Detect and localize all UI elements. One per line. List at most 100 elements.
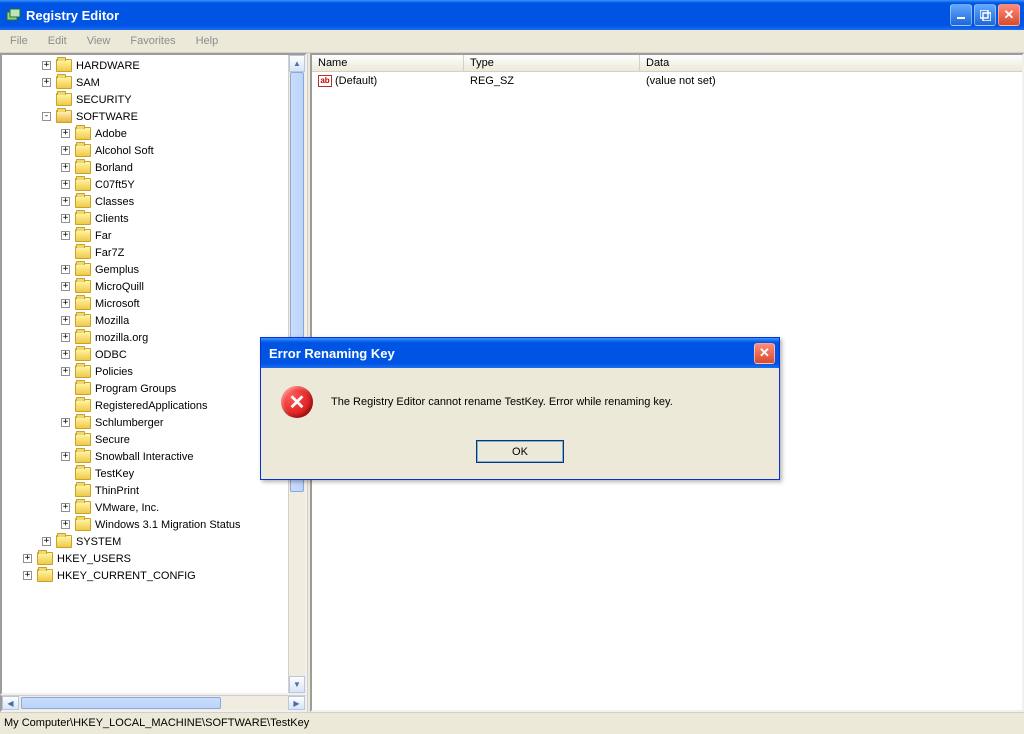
tree-item[interactable]: Far7Z — [2, 244, 288, 261]
tree-item[interactable]: +Policies — [2, 363, 288, 380]
hscroll-thumb[interactable] — [21, 697, 221, 709]
hscroll-track[interactable] — [19, 696, 288, 710]
scroll-up-button[interactable]: ▲ — [289, 55, 305, 72]
expand-icon[interactable]: + — [61, 418, 70, 427]
tree-item[interactable]: TestKey — [2, 465, 288, 482]
menu-help[interactable]: Help — [186, 32, 229, 50]
tree-item[interactable]: +Microsoft — [2, 295, 288, 312]
value-row[interactable]: ab (Default) REG_SZ (value not set) — [312, 72, 1022, 89]
tree-item[interactable]: Secure — [2, 431, 288, 448]
expand-icon[interactable]: + — [61, 299, 70, 308]
tree-item[interactable]: + HKEY_CURRENT_CONFIG — [2, 567, 288, 584]
listview-header: Name Type Data — [312, 55, 1022, 72]
expand-icon[interactable]: + — [61, 214, 70, 223]
folder-icon — [56, 110, 72, 123]
expand-icon[interactable]: + — [61, 129, 70, 138]
expand-icon[interactable]: + — [61, 452, 70, 461]
scroll-right-button[interactable]: ▶ — [288, 696, 305, 710]
column-data[interactable]: Data — [640, 55, 1022, 71]
expand-icon[interactable]: + — [23, 571, 32, 580]
expand-icon[interactable]: + — [61, 503, 70, 512]
tree-item-label: Classes — [95, 196, 134, 208]
tree-item-label: Secure — [95, 434, 130, 446]
scroll-down-button[interactable]: ▼ — [289, 676, 305, 693]
tree-item[interactable]: +Far — [2, 227, 288, 244]
folder-icon — [75, 433, 91, 446]
expand-icon[interactable]: + — [23, 554, 32, 563]
status-path: My Computer\HKEY_LOCAL_MACHINE\SOFTWARE\… — [4, 717, 309, 729]
folder-icon — [75, 314, 91, 327]
menu-favorites[interactable]: Favorites — [120, 32, 185, 50]
expand-icon[interactable]: + — [61, 197, 70, 206]
expand-icon[interactable]: + — [61, 350, 70, 359]
tree-item[interactable]: +Adobe — [2, 125, 288, 142]
expand-icon[interactable]: + — [61, 333, 70, 342]
tree-item[interactable]: +C07ft5Y — [2, 176, 288, 193]
expand-icon[interactable]: + — [61, 265, 70, 274]
tree-item-label: Schlumberger — [95, 417, 163, 429]
dialog-titlebar[interactable]: Error Renaming Key ✕ — [261, 338, 779, 368]
expand-icon[interactable]: + — [61, 180, 70, 189]
ok-button[interactable]: OK — [476, 440, 564, 463]
tree-item-label: HARDWARE — [76, 60, 140, 72]
tree-item[interactable]: +MicroQuill — [2, 278, 288, 295]
maximize-button[interactable] — [974, 4, 996, 26]
tree-item-label: HKEY_CURRENT_CONFIG — [57, 570, 196, 582]
tree-horizontal-scrollbar[interactable]: ◀ ▶ — [0, 695, 307, 712]
folder-icon — [75, 144, 91, 157]
tree-item[interactable]: + Clients — [2, 210, 288, 227]
folder-icon — [75, 382, 91, 395]
column-name[interactable]: Name — [312, 55, 464, 71]
tree-item[interactable]: +Mozilla — [2, 312, 288, 329]
folder-icon — [75, 450, 91, 463]
menu-view[interactable]: View — [77, 32, 121, 50]
tree-item[interactable]: -SOFTWARE — [2, 108, 288, 125]
tree-item[interactable]: +Alcohol Soft — [2, 142, 288, 159]
expand-icon[interactable]: + — [61, 520, 70, 529]
expand-icon[interactable]: + — [42, 78, 51, 87]
folder-icon — [75, 161, 91, 174]
tree-item[interactable]: + HARDWARE — [2, 57, 288, 74]
expand-icon[interactable]: + — [61, 231, 70, 240]
expand-icon[interactable]: + — [42, 537, 51, 546]
tree-item[interactable]: SECURITY — [2, 91, 288, 108]
expand-icon[interactable]: + — [61, 282, 70, 291]
value-name-cell: ab (Default) — [312, 74, 464, 88]
close-button[interactable]: ✕ — [998, 4, 1020, 26]
expand-icon[interactable]: + — [61, 316, 70, 325]
tree-item[interactable]: + SYSTEM — [2, 533, 288, 550]
tree-item[interactable]: + Schlumberger — [2, 414, 288, 431]
column-type[interactable]: Type — [464, 55, 640, 71]
tree-item[interactable]: +mozilla.org — [2, 329, 288, 346]
collapse-icon[interactable]: - — [42, 112, 51, 121]
tree-item[interactable]: +Snowball Interactive — [2, 448, 288, 465]
tree-item[interactable]: + Classes — [2, 193, 288, 210]
dialog-close-button[interactable]: ✕ — [754, 343, 775, 364]
tree-item-label: Clients — [95, 213, 129, 225]
folder-icon — [56, 59, 72, 72]
value-type: REG_SZ — [464, 74, 640, 88]
tree-item[interactable]: ThinPrint — [2, 482, 288, 499]
expand-icon[interactable]: + — [42, 61, 51, 70]
titlebar[interactable]: Registry Editor ✕ — [0, 0, 1024, 30]
tree-item[interactable]: +Gemplus — [2, 261, 288, 278]
expand-icon[interactable]: + — [61, 367, 70, 376]
scroll-left-button[interactable]: ◀ — [2, 696, 19, 710]
tree-item[interactable]: +SAM — [2, 74, 288, 91]
tree-item[interactable]: +HKEY_USERS — [2, 550, 288, 567]
folder-icon — [75, 399, 91, 412]
tree-item[interactable]: RegisteredApplications — [2, 397, 288, 414]
tree-item[interactable]: +Borland — [2, 159, 288, 176]
folder-icon — [75, 280, 91, 293]
menu-edit[interactable]: Edit — [38, 32, 77, 50]
expand-icon[interactable]: + — [61, 163, 70, 172]
minimize-button[interactable] — [950, 4, 972, 26]
tree-item[interactable]: Program Groups — [2, 380, 288, 397]
tree-item[interactable]: +ODBC — [2, 346, 288, 363]
folder-icon — [75, 348, 91, 361]
menu-file[interactable]: File — [0, 32, 38, 50]
tree-item-label: SYSTEM — [76, 536, 121, 548]
expand-icon[interactable]: + — [61, 146, 70, 155]
tree-item[interactable]: +Windows 3.1 Migration Status — [2, 516, 288, 533]
tree-item[interactable]: +VMware, Inc. — [2, 499, 288, 516]
